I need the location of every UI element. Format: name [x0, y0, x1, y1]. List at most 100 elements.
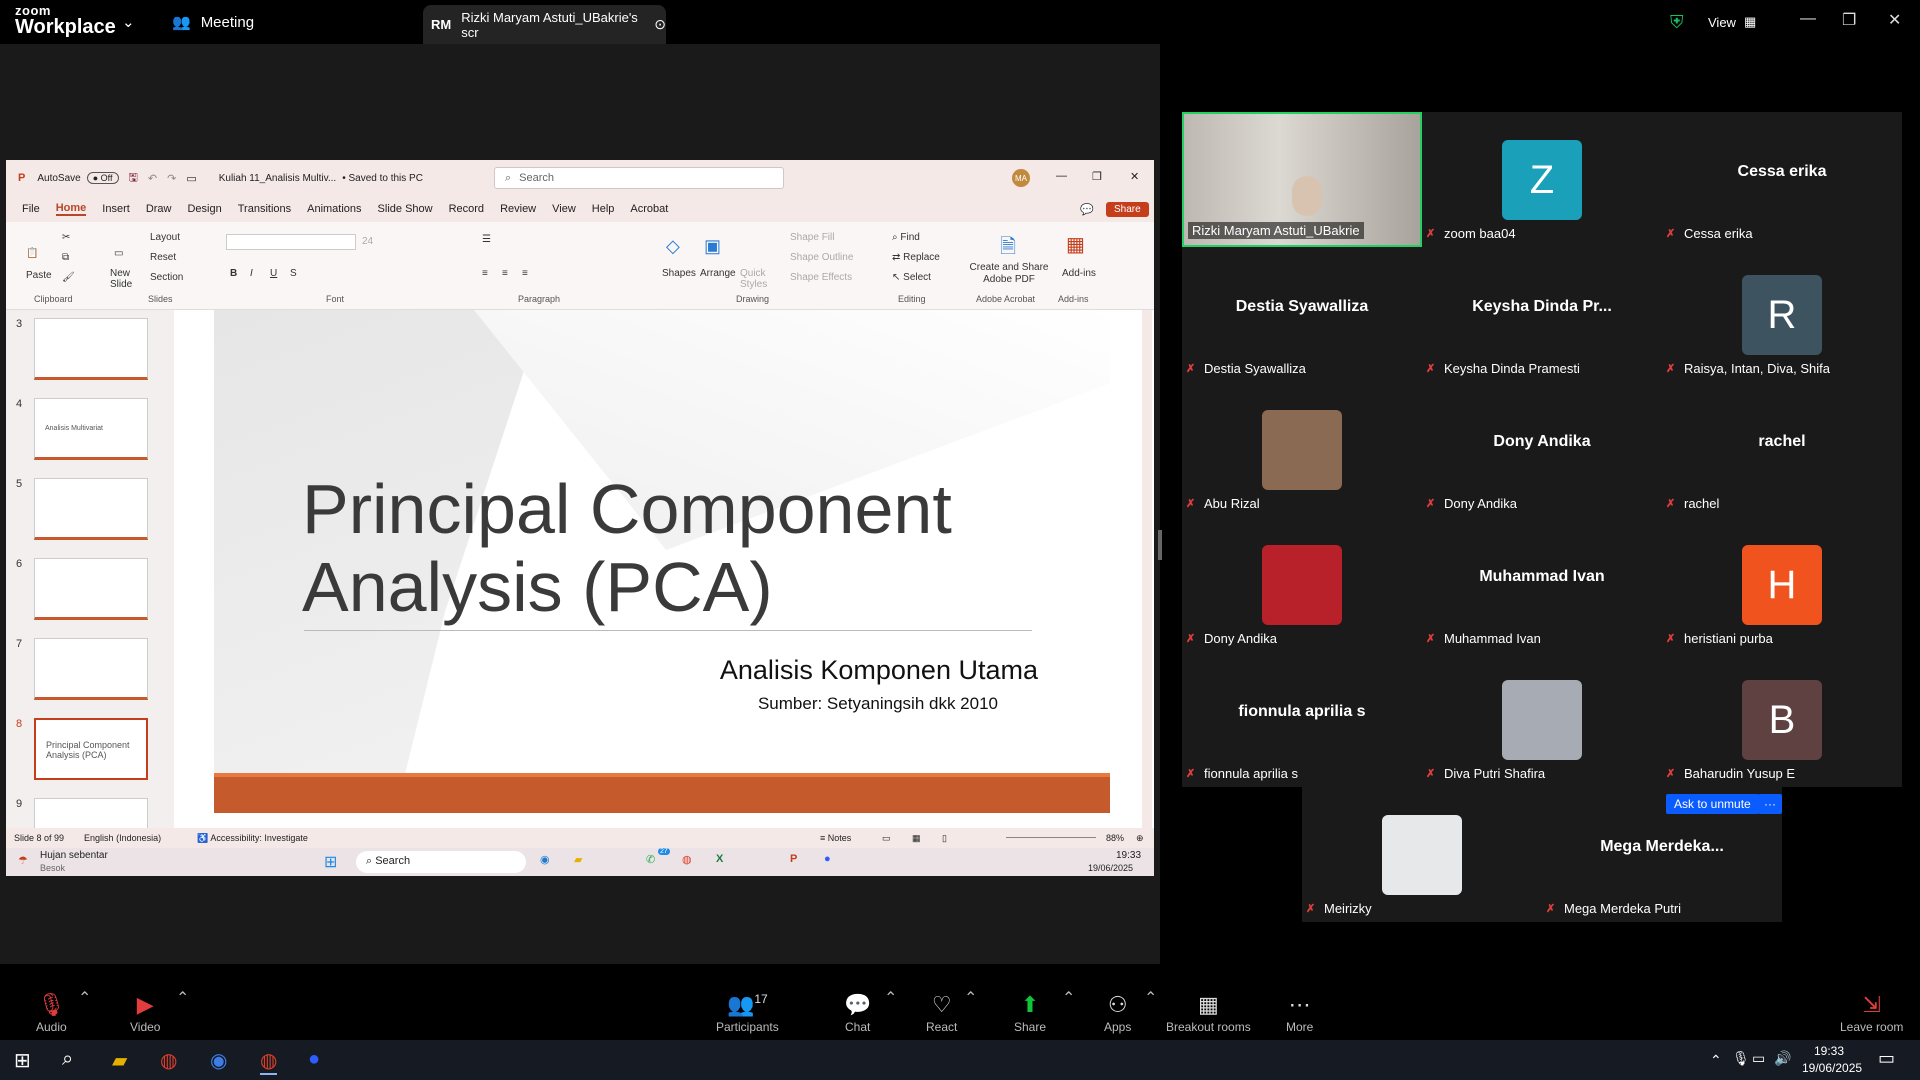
ppt-search-box[interactable]: ⌕ Search: [494, 167, 784, 189]
copy-icon[interactable]: ⧉: [62, 252, 69, 263]
participant-tile[interactable]: rachel ✗ rachel: [1662, 382, 1902, 517]
replace-button[interactable]: ⇄ Replace: [892, 252, 940, 263]
share-options-icon[interactable]: ⌃: [1062, 988, 1075, 1008]
whatsapp-icon[interactable]: ✆: [646, 853, 655, 866]
bold-icon[interactable]: B: [230, 268, 237, 279]
underline-icon[interactable]: U: [270, 268, 277, 279]
video-button[interactable]: ▶ Video: [130, 992, 160, 1034]
participant-tile[interactable]: Z ✗ zoom baa04: [1422, 112, 1662, 247]
restore-icon[interactable]: ❐: [1842, 10, 1856, 30]
slide-source[interactable]: Sumber: Setyaningsih dkk 2010: [758, 694, 998, 714]
zoom-slider[interactable]: [1006, 837, 1096, 838]
reset-button[interactable]: Reset: [150, 252, 176, 263]
shape-effects-button[interactable]: Shape Effects: [790, 272, 852, 283]
vertical-scrollbar[interactable]: [1142, 310, 1152, 828]
slide-thumbnail[interactable]: [34, 558, 148, 620]
apps-button[interactable]: ⚇ Apps: [1104, 992, 1131, 1034]
menu-review[interactable]: Review: [500, 203, 536, 215]
new-slide-icon[interactable]: ▭: [114, 248, 123, 259]
close-icon[interactable]: ✕: [1888, 10, 1901, 30]
align-left-icon[interactable]: ≡: [482, 268, 488, 279]
addins-icon[interactable]: ▦: [1066, 232, 1085, 257]
zoom-app-icon[interactable]: ●: [308, 1048, 320, 1071]
chat-button[interactable]: 💬 Chat: [844, 992, 871, 1034]
excel-icon[interactable]: X: [716, 853, 723, 865]
participant-tile[interactable]: Cessa erika ✗ Cessa erika: [1662, 112, 1902, 247]
inner-search-box[interactable]: ⌕ Search: [356, 851, 526, 873]
cut-icon[interactable]: ✂: [62, 232, 70, 243]
windows-start-icon[interactable]: ⊞: [14, 1048, 31, 1073]
arrange-button[interactable]: Arrange: [700, 268, 736, 279]
paste-button[interactable]: Paste: [26, 270, 52, 281]
tray-chevron-icon[interactable]: ⌃: [1710, 1052, 1722, 1069]
participant-tile[interactable]: ✗ Abu Rizal: [1182, 382, 1422, 517]
paste-icon[interactable]: 📋: [26, 248, 38, 259]
shapes-icon[interactable]: ◇: [666, 236, 680, 257]
participant-tile[interactable]: fionnula aprilia s ✗ fionnula aprilia s: [1182, 652, 1422, 787]
redo-icon[interactable]: ↷: [167, 172, 176, 185]
shadow-icon[interactable]: S: [290, 268, 297, 279]
undo-icon[interactable]: ↶: [148, 172, 157, 185]
participant-tile[interactable]: Destia Syawalliza ✗ Destia Syawalliza: [1182, 247, 1422, 382]
create-pdf-button[interactable]: Create and Share Adobe PDF: [966, 262, 1052, 286]
slide-subtitle[interactable]: Analisis Komponen Utama: [720, 655, 1038, 686]
menu-slide-show[interactable]: Slide Show: [378, 203, 433, 215]
bullets-icon[interactable]: ☰: [482, 234, 491, 245]
apps-options-icon[interactable]: ⌃: [1144, 988, 1157, 1008]
share-screen-button[interactable]: ⬆ Share: [1014, 992, 1046, 1034]
comment-icon[interactable]: 💬: [1080, 203, 1094, 216]
menu-animations[interactable]: Animations: [307, 203, 361, 215]
windows-start-icon[interactable]: ⊞: [324, 852, 337, 872]
chrome-active-icon[interactable]: ◍: [260, 1048, 278, 1075]
slide-thumbnail[interactable]: [34, 638, 148, 700]
shape-fill-button[interactable]: Shape Fill: [790, 232, 834, 243]
minimize-icon[interactable]: —: [1800, 10, 1816, 28]
find-button[interactable]: ⌕ Find: [892, 232, 920, 243]
tile-more-button[interactable]: ···: [1758, 794, 1782, 814]
align-right-icon[interactable]: ≡: [522, 268, 528, 279]
participants-button[interactable]: 👥17 Participants: [716, 992, 779, 1034]
reading-view-icon[interactable]: ▯: [942, 833, 947, 844]
autosave-toggle[interactable]: ● Off: [86, 172, 119, 184]
slide-thumbnail[interactable]: [34, 478, 148, 540]
italic-icon[interactable]: I: [250, 268, 253, 279]
powerpoint-icon[interactable]: P: [790, 853, 797, 865]
accessibility-status[interactable]: ♿ Accessibility: Investigate: [197, 833, 308, 844]
fit-slide-icon[interactable]: ⊕: [1136, 833, 1144, 844]
audio-options-icon[interactable]: ⌃: [78, 988, 91, 1008]
edge-icon[interactable]: ◉: [540, 853, 550, 866]
participant-tile[interactable]: H ✗ heristiani purba: [1662, 517, 1902, 652]
share-button[interactable]: Share: [1106, 201, 1149, 217]
network-icon[interactable]: ▭: [1752, 1050, 1765, 1067]
notes-button[interactable]: ≡ Notes: [820, 833, 851, 843]
more-circle-icon[interactable]: ⊙: [654, 16, 666, 33]
chevron-down-icon[interactable]: ⌄: [122, 0, 135, 44]
normal-view-icon[interactable]: ▭: [882, 833, 891, 844]
meeting-tab[interactable]: 👥 Meeting: [172, 0, 254, 44]
participant-tile[interactable]: Rizki Maryam Astuti_UBakrie: [1182, 112, 1422, 247]
quick-styles-button[interactable]: Quick Styles: [740, 268, 772, 290]
slide-title[interactable]: Principal Component Analysis (PCA): [302, 470, 1022, 626]
more-button[interactable]: ⋯ More: [1286, 992, 1313, 1034]
clock-date[interactable]: 19/06/2025: [1802, 1061, 1862, 1075]
present-icon[interactable]: ▭: [186, 172, 196, 185]
new-slide-button[interactable]: New Slide: [110, 268, 146, 290]
menu-view[interactable]: View: [552, 203, 576, 215]
share-tab[interactable]: RM Rizki Maryam Astuti_UBakrie's scr ⊙: [423, 5, 666, 44]
restore-icon[interactable]: ❐: [1092, 170, 1102, 183]
folder-icon[interactable]: ▰: [574, 853, 582, 866]
browser-icon[interactable]: ◉: [210, 1048, 227, 1073]
file-explorer-icon[interactable]: ▰: [112, 1048, 127, 1073]
zoom-icon[interactable]: ●: [824, 853, 831, 865]
participant-tile[interactable]: Keysha Dinda Pr... ✗ Keysha Dinda Pramesti: [1422, 247, 1662, 382]
minimize-icon[interactable]: —: [1056, 170, 1067, 182]
save-icon[interactable]: 🖫: [129, 169, 138, 188]
volume-icon[interactable]: 🔊: [1774, 1050, 1791, 1067]
font-name-box[interactable]: [226, 234, 356, 250]
menu-transitions[interactable]: Transitions: [238, 203, 291, 215]
addins-button[interactable]: Add-ins: [1062, 268, 1096, 279]
menu-file[interactable]: File: [22, 203, 40, 215]
saved-status[interactable]: • Saved to this PC: [342, 173, 423, 184]
align-center-icon[interactable]: ≡: [502, 268, 508, 279]
react-options-icon[interactable]: ⌃: [964, 988, 977, 1008]
